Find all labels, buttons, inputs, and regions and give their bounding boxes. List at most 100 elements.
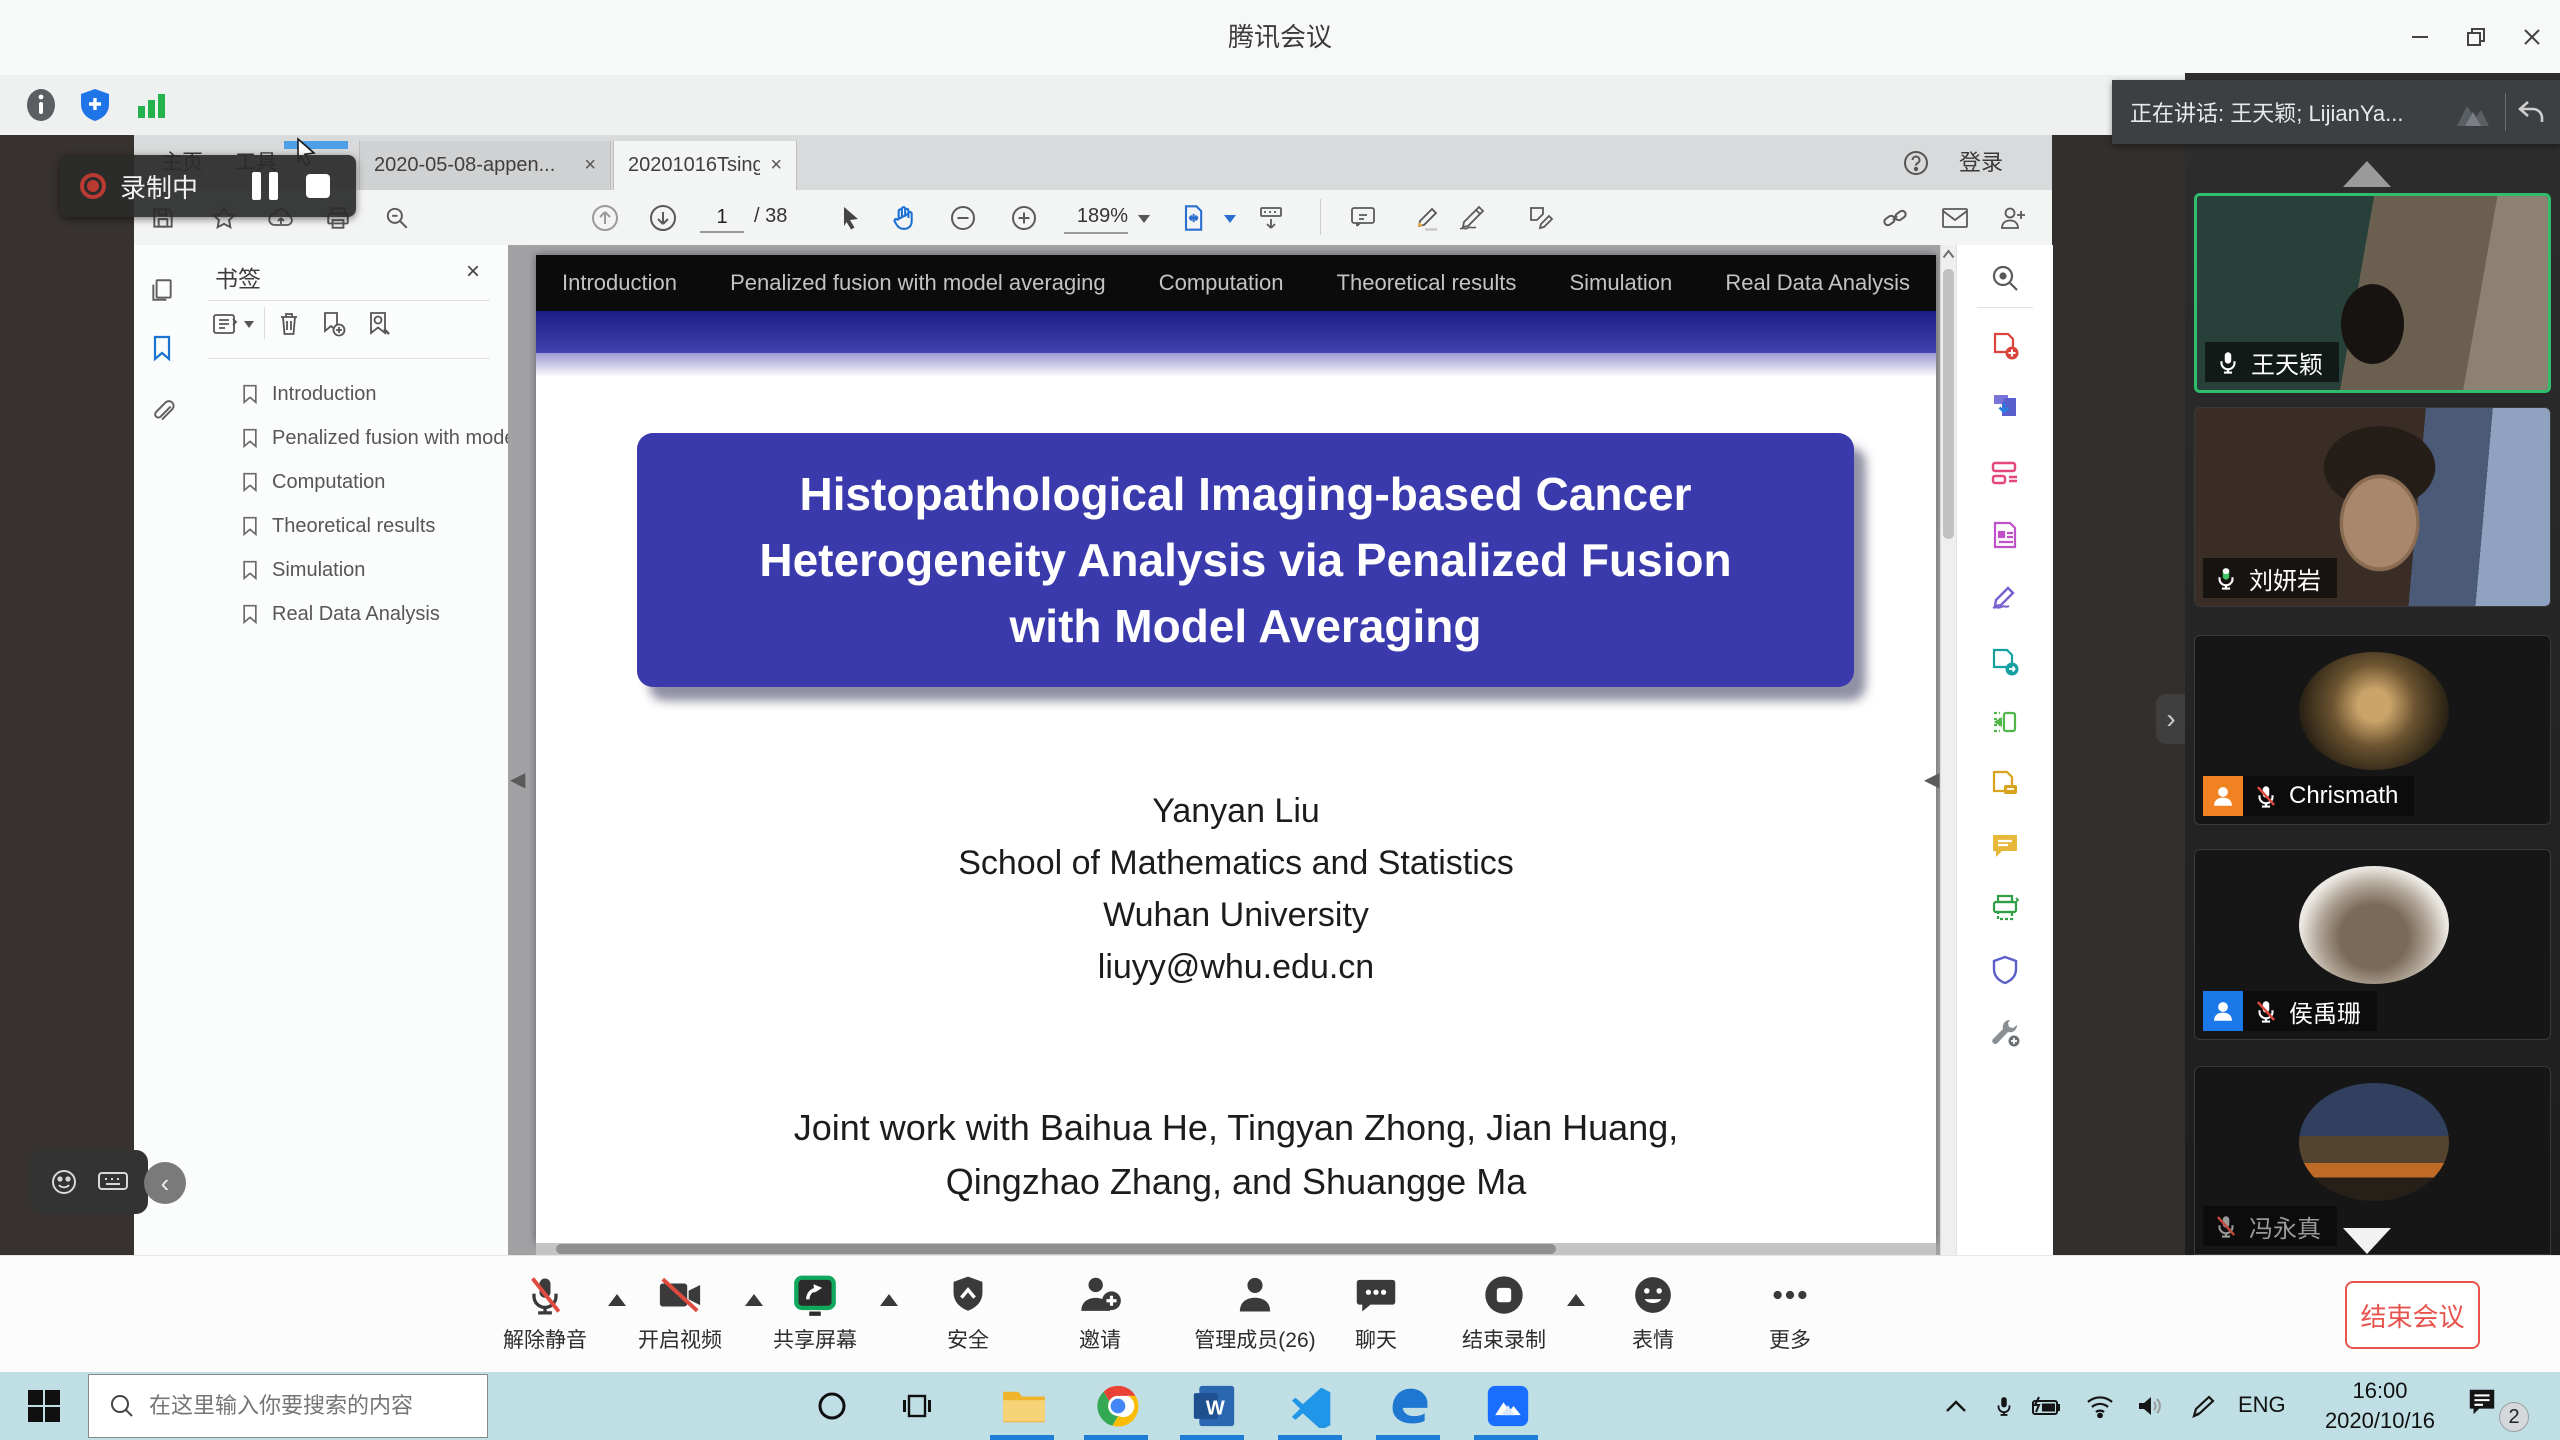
- reply-arrow-icon[interactable]: [2516, 98, 2546, 126]
- select-tool-icon[interactable]: [834, 203, 868, 233]
- share-file-tool-icon[interactable]: [1988, 645, 2022, 679]
- close-button[interactable]: [2504, 0, 2560, 74]
- chat-keyboard-icon[interactable]: [97, 1169, 129, 1195]
- cortana-button[interactable]: [816, 1390, 848, 1422]
- unmute-button[interactable]: 解除静音: [470, 1270, 620, 1354]
- organize-pages-tool-icon[interactable]: [1988, 518, 2022, 552]
- bookmark-options-caret[interactable]: [244, 321, 254, 328]
- fill-sign-icon[interactable]: [1524, 203, 1558, 233]
- emoji-icon[interactable]: [49, 1167, 79, 1197]
- highlighter-icon[interactable]: [1410, 203, 1444, 233]
- stop-recording-button[interactable]: [306, 174, 330, 198]
- close-icon[interactable]: ×: [466, 258, 480, 286]
- close-icon[interactable]: ×: [770, 154, 782, 177]
- info-icon[interactable]: [20, 84, 62, 126]
- zoom-dropdown-caret[interactable]: [1138, 215, 1150, 223]
- minimize-button[interactable]: [2392, 0, 2448, 74]
- bookmark-options-icon[interactable]: [210, 309, 240, 339]
- bookmark-item[interactable]: Theoretical results: [190, 504, 508, 548]
- tray-pen-icon[interactable]: [2188, 1390, 2220, 1422]
- scroll-up-icon[interactable]: [2343, 161, 2391, 187]
- vertical-scrollbar[interactable]: [1940, 245, 1957, 1255]
- bookmark-item[interactable]: Penalized fusion with mode: [190, 416, 508, 460]
- taskbar-clock[interactable]: 16:00 2020/10/16: [2308, 1376, 2452, 1436]
- export-pdf-tool-icon[interactable]: [1988, 388, 2022, 422]
- expand-bookmark-icon[interactable]: [364, 309, 394, 339]
- edit-pdf-tool-icon[interactable]: [1988, 456, 2022, 490]
- reactions-pill[interactable]: [30, 1150, 148, 1214]
- document-tab-2[interactable]: 20201016Tsinghua.... ×: [613, 141, 797, 190]
- pause-recording-button[interactable]: [252, 172, 278, 200]
- crop-pages-tool-icon[interactable]: [1988, 705, 2022, 739]
- start-video-button[interactable]: 开启视频: [605, 1270, 755, 1354]
- shield-plus-icon[interactable]: [74, 84, 116, 126]
- collapse-right-panel-icon[interactable]: ◀: [1924, 767, 1939, 792]
- attachments-icon[interactable]: [147, 397, 177, 427]
- task-view-button[interactable]: [902, 1392, 932, 1420]
- link-icon[interactable]: [1878, 203, 1912, 233]
- windows-start-button[interactable]: [26, 1388, 62, 1424]
- document-tab-1[interactable]: 2020-05-08-appen... ×: [359, 141, 611, 190]
- page-number-input[interactable]: 1: [700, 203, 744, 233]
- scroll-up-icon[interactable]: [1942, 249, 1955, 259]
- more-tools-icon[interactable]: [1988, 1015, 2022, 1049]
- share-screen-button[interactable]: 共享屏幕: [740, 1270, 890, 1354]
- participant-tile[interactable]: 侯禹珊: [2194, 849, 2551, 1040]
- more-button[interactable]: 更多: [1715, 1270, 1865, 1354]
- horizontal-scrollbar[interactable]: [536, 1243, 1936, 1255]
- pdf-page-view[interactable]: Introduction Penalized fusion with model…: [508, 245, 1940, 1255]
- sign-icon[interactable]: [1454, 203, 1488, 233]
- add-bookmark-icon[interactable]: [318, 309, 348, 339]
- help-icon[interactable]: [1902, 149, 1930, 177]
- file-explorer-icon[interactable]: [1000, 1382, 1048, 1430]
- fill-sign-tool-icon[interactable]: [1988, 580, 2022, 614]
- stop-recording-button[interactable]: 结束录制: [1429, 1270, 1579, 1354]
- bookmark-item[interactable]: Introduction: [190, 372, 508, 416]
- search-zoom-tool-icon[interactable]: [1988, 261, 2022, 295]
- page-thumbnails-icon[interactable]: [147, 275, 177, 305]
- vertical-scrollbar-thumb[interactable]: [1943, 269, 1954, 539]
- add-user-icon[interactable]: [1996, 203, 2030, 233]
- fit-dropdown-caret[interactable]: [1224, 215, 1236, 223]
- comment-icon[interactable]: [1346, 203, 1380, 233]
- hand-tool-icon[interactable]: [886, 203, 920, 233]
- emoji-button[interactable]: 表情: [1578, 1270, 1728, 1354]
- participant-tile[interactable]: Chrismath: [2194, 635, 2551, 825]
- print-production-tool-icon[interactable]: [1988, 891, 2022, 925]
- bookmarks-panel-icon[interactable]: [147, 333, 177, 363]
- vscode-icon[interactable]: [1288, 1382, 1336, 1430]
- fit-page-icon[interactable]: [1176, 203, 1210, 233]
- taskbar-search[interactable]: [88, 1374, 488, 1438]
- search-input[interactable]: [147, 1392, 451, 1420]
- stats-bars-icon[interactable]: [130, 84, 172, 126]
- zoom-level-select[interactable]: 189%: [1064, 205, 1128, 234]
- invite-button[interactable]: 邀请: [1025, 1270, 1175, 1354]
- bookmark-item[interactable]: Computation: [190, 460, 508, 504]
- protect-tool-icon[interactable]: [1988, 953, 2022, 987]
- scroll-down-icon[interactable]: [2343, 1228, 2391, 1254]
- edge-icon[interactable]: [1386, 1382, 1434, 1430]
- next-page-icon[interactable]: [646, 203, 680, 233]
- search-icon[interactable]: [380, 203, 414, 233]
- login-button[interactable]: 登录: [1946, 135, 2016, 190]
- bookmark-item[interactable]: Real Data Analysis: [190, 592, 508, 636]
- prev-page-icon[interactable]: [588, 203, 622, 233]
- tray-wifi-icon[interactable]: [2084, 1390, 2116, 1422]
- tray-battery-icon[interactable]: [2030, 1390, 2062, 1422]
- participant-tile[interactable]: 冯永真: [2194, 1066, 2551, 1255]
- bookmark-item[interactable]: Simulation: [190, 548, 508, 592]
- action-center-icon[interactable]: [2466, 1386, 2498, 1418]
- tray-volume-icon[interactable]: [2134, 1390, 2166, 1422]
- mail-icon[interactable]: [1938, 203, 1972, 233]
- notification-badge[interactable]: 2: [2499, 1402, 2529, 1432]
- participant-tile[interactable]: 王天颖: [2194, 193, 2551, 393]
- zoom-out-icon[interactable]: [946, 203, 980, 233]
- collapse-left-panel-icon[interactable]: ◀: [510, 767, 525, 792]
- panel-collapse-handle[interactable]: ›: [2156, 694, 2186, 744]
- tencent-meeting-icon[interactable]: [1484, 1382, 1532, 1430]
- word-icon[interactable]: W: [1190, 1382, 1238, 1430]
- tray-mic-icon[interactable]: [1988, 1390, 2020, 1422]
- language-indicator[interactable]: ENG: [2238, 1392, 2286, 1418]
- tray-chevron-icon[interactable]: [1940, 1390, 1972, 1422]
- end-meeting-button[interactable]: 结束会议: [2345, 1281, 2480, 1349]
